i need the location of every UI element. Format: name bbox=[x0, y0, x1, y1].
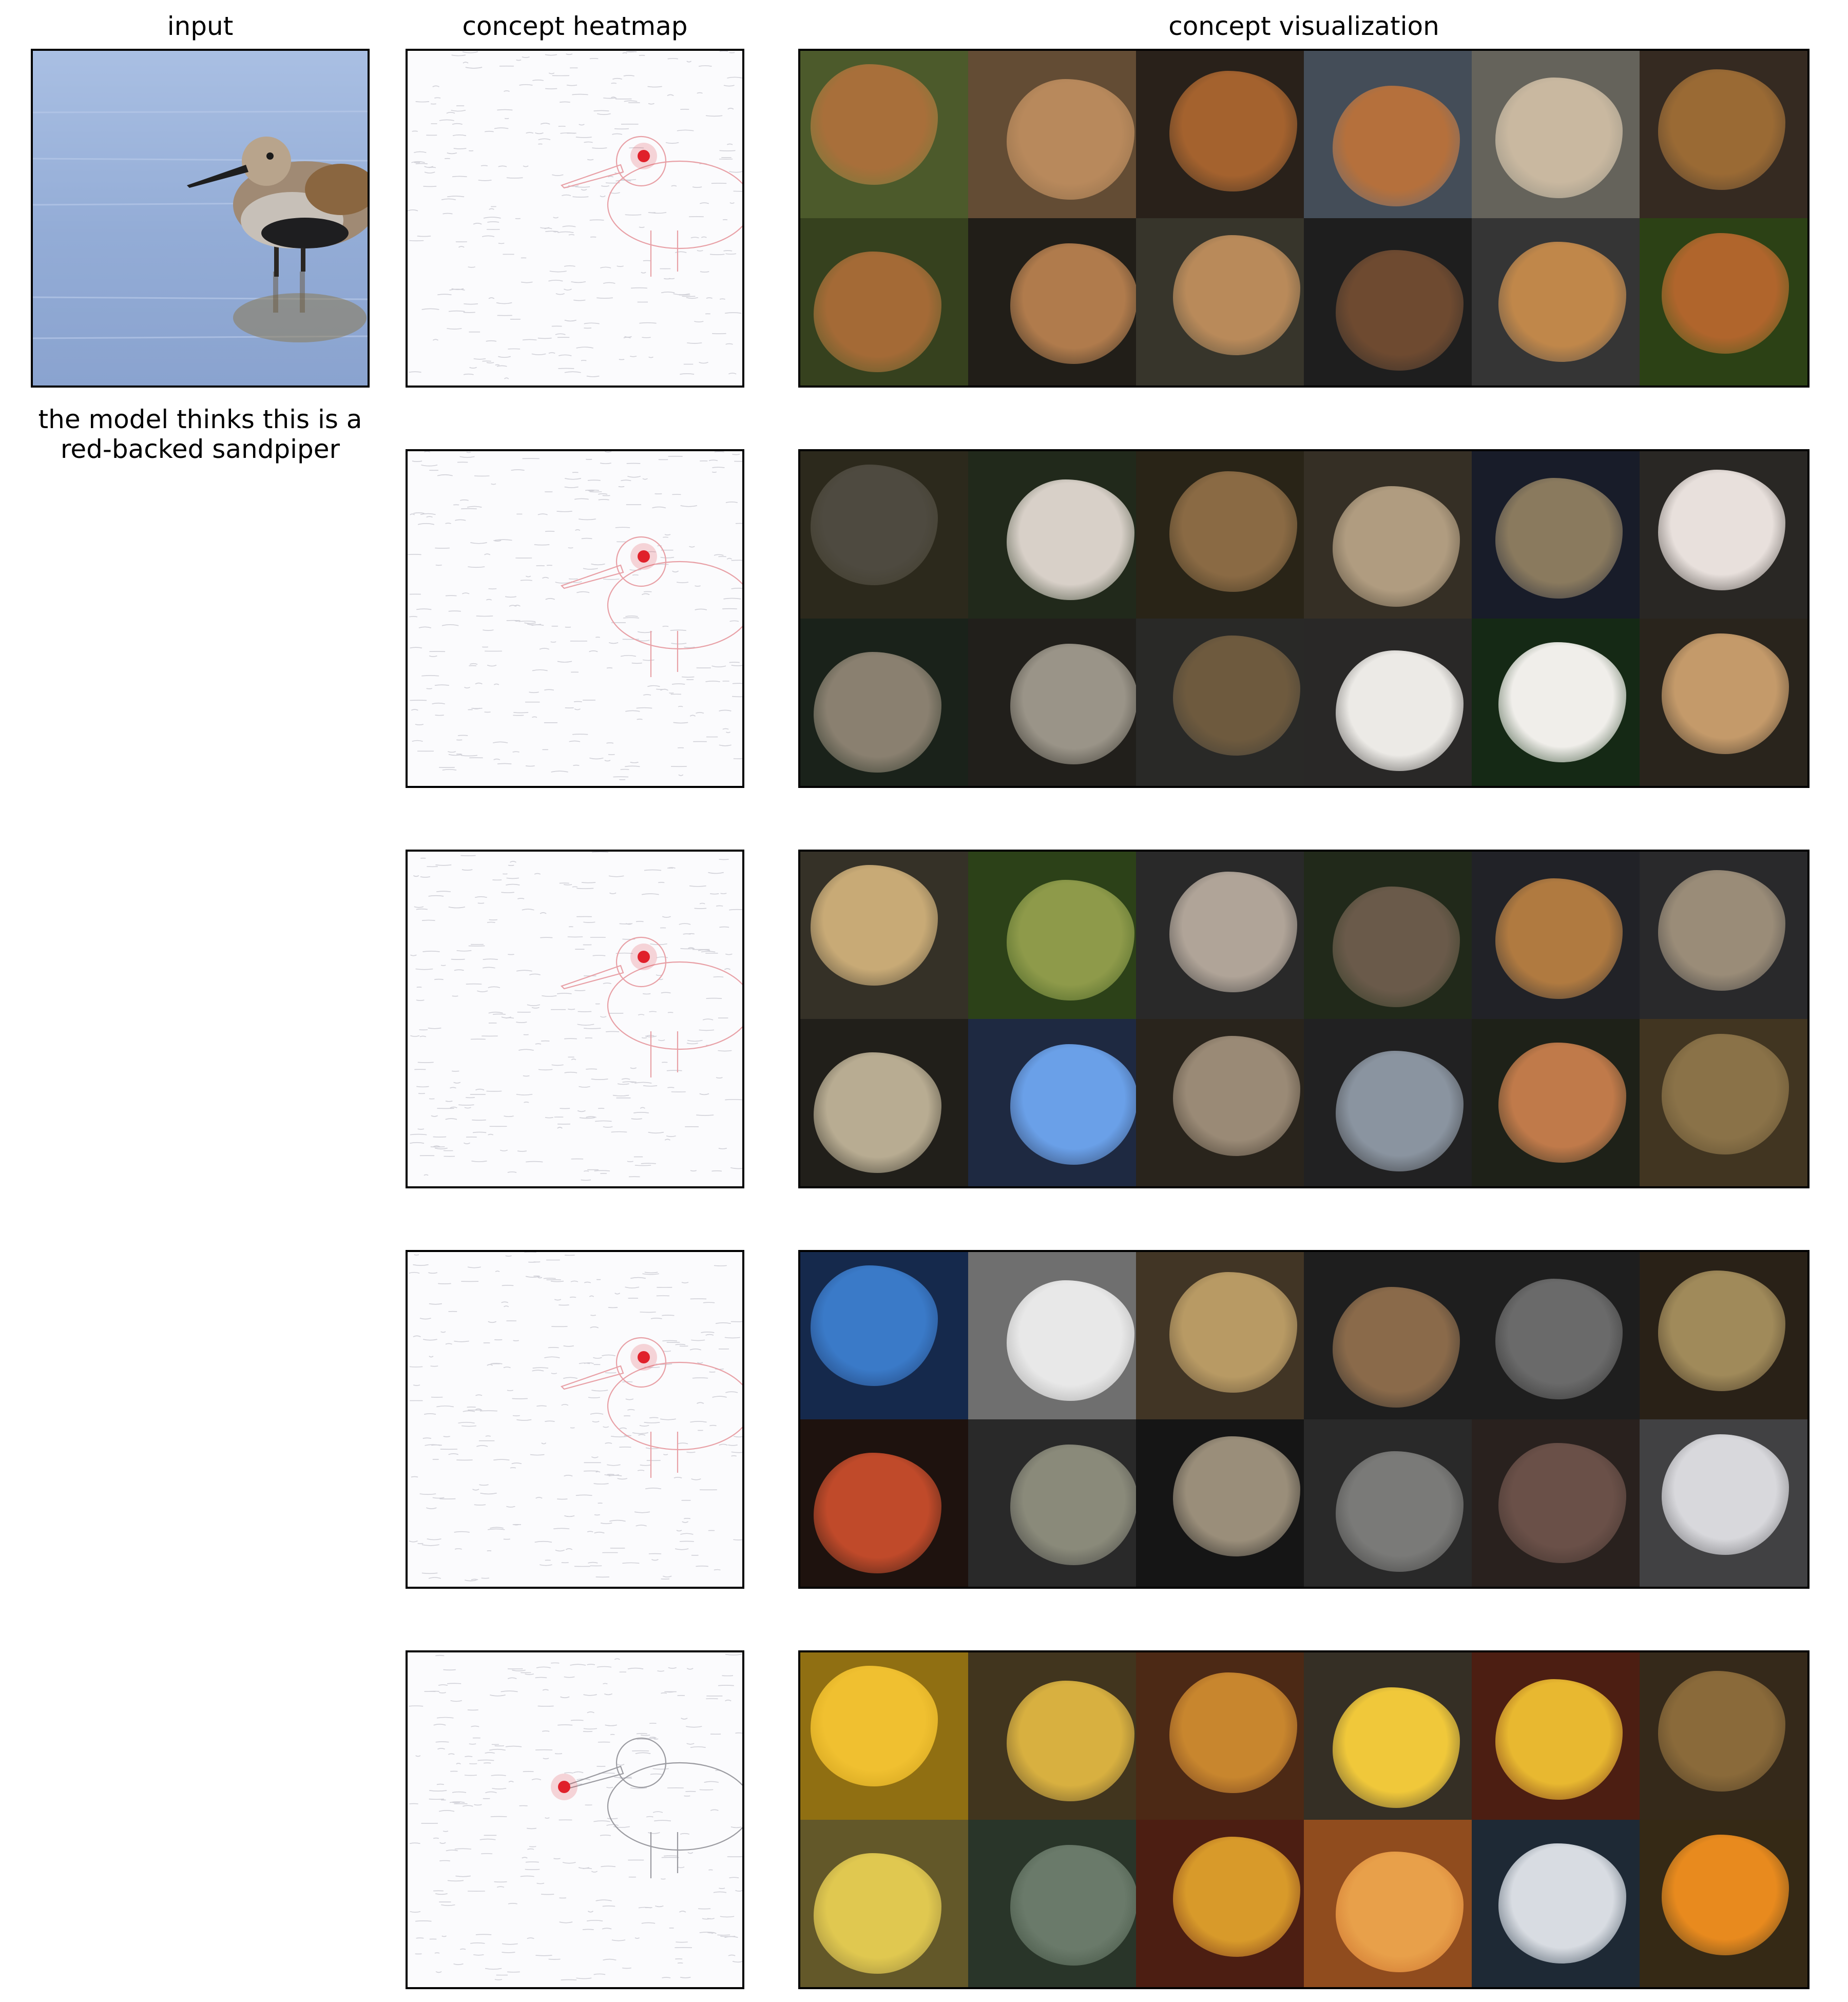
concept-heatmap bbox=[406, 49, 744, 388]
concept-example-tile bbox=[800, 1019, 968, 1186]
concept-example-tile bbox=[968, 1252, 1136, 1419]
concept-example-tile bbox=[1472, 852, 1640, 1019]
concept-example-tile bbox=[968, 218, 1136, 386]
concept-heatmap bbox=[406, 850, 744, 1188]
concept-example-tile bbox=[1640, 619, 1807, 786]
concept-example-tile bbox=[1472, 1019, 1640, 1186]
concept-visualization-grid bbox=[798, 850, 1810, 1188]
heatmap-edge-outline bbox=[409, 1252, 742, 1582]
concept-example-tile bbox=[1640, 852, 1807, 1019]
concept-example-tile bbox=[1136, 1019, 1304, 1186]
highlighted-region bbox=[1010, 1444, 1136, 1565]
concept-example-tile bbox=[800, 852, 968, 1019]
concept-example-tile bbox=[968, 1019, 1136, 1186]
concept-example-tile bbox=[800, 51, 968, 218]
concept-example-tile bbox=[1136, 451, 1304, 619]
concept-example-tile bbox=[800, 1252, 968, 1419]
caption-line-2: red-backed sandpiper bbox=[60, 434, 340, 464]
sandpiper-photo bbox=[33, 51, 368, 386]
visualization-column-title: concept visualization bbox=[1168, 11, 1439, 41]
concept-example-tile bbox=[1640, 451, 1807, 619]
concept-example-tile bbox=[1304, 852, 1472, 1019]
concept-example-tile bbox=[800, 1820, 968, 1987]
concept-example-tile bbox=[968, 1820, 1136, 1987]
concept-example-tile bbox=[1136, 619, 1304, 786]
concept-example-tile bbox=[968, 852, 1136, 1019]
concept-visualization-grid bbox=[798, 1250, 1810, 1589]
concept-example-tile bbox=[1304, 51, 1472, 218]
heatmap-hotspot bbox=[558, 1781, 570, 1793]
heatmap-hotspot bbox=[638, 1351, 650, 1363]
concept-example-tile bbox=[1472, 619, 1640, 786]
concept-example-tile bbox=[1640, 1019, 1807, 1186]
concept-example-tile bbox=[800, 1652, 968, 1820]
heatmap-edge-outline bbox=[408, 451, 742, 780]
concept-example-tile bbox=[1472, 1652, 1640, 1820]
heatmap-edge-outline bbox=[410, 852, 742, 1181]
highlighted-region bbox=[1010, 643, 1136, 764]
concept-example-tile bbox=[1640, 51, 1807, 218]
concept-example-tile bbox=[968, 619, 1136, 786]
concept-example-tile bbox=[968, 1652, 1136, 1820]
highlighted-region bbox=[1010, 1044, 1136, 1165]
concept-example-tile bbox=[1304, 619, 1472, 786]
concept-example-tile bbox=[1304, 1820, 1472, 1987]
highlighted-region bbox=[1010, 1844, 1136, 1966]
concept-example-tile bbox=[1136, 1652, 1304, 1820]
concept-visualization-grid bbox=[798, 49, 1810, 388]
concept-example-tile bbox=[800, 218, 968, 386]
heatmap-hotspot bbox=[638, 550, 650, 563]
concept-example-tile bbox=[968, 1419, 1136, 1587]
concept-example-tile bbox=[1304, 1019, 1472, 1186]
concept-example-tile bbox=[1136, 1419, 1304, 1587]
concept-example-tile bbox=[1136, 51, 1304, 218]
concept-example-tile bbox=[1472, 218, 1640, 386]
concept-example-tile bbox=[800, 1419, 968, 1587]
input-image bbox=[31, 49, 370, 388]
concept-example-tile bbox=[1304, 1652, 1472, 1820]
caption-line-1: the model thinks this is a bbox=[38, 405, 362, 434]
highlighted-region bbox=[1010, 243, 1136, 364]
concept-example-tile bbox=[968, 51, 1136, 218]
concept-example-tile bbox=[1472, 1419, 1640, 1587]
heatmap-edge-outline bbox=[408, 1653, 742, 1980]
concept-example-tile bbox=[1640, 1652, 1807, 1820]
concept-example-tile bbox=[1472, 1252, 1640, 1419]
concept-example-tile bbox=[1136, 1820, 1304, 1987]
concept-example-tile bbox=[1304, 1419, 1472, 1587]
concept-example-tile bbox=[1136, 218, 1304, 386]
concept-example-tile bbox=[1640, 1820, 1807, 1987]
heatmap-hotspot bbox=[638, 951, 650, 963]
concept-visualization-grid bbox=[798, 1650, 1810, 1989]
input-column-title: input bbox=[167, 11, 234, 41]
concept-example-tile bbox=[1640, 218, 1807, 386]
concept-example-tile bbox=[1304, 218, 1472, 386]
prediction-caption: the model thinks this is a red-backed sa… bbox=[10, 405, 390, 464]
concept-heatmap bbox=[406, 1650, 744, 1989]
concept-example-tile bbox=[800, 451, 968, 619]
concept-example-tile bbox=[1640, 1419, 1807, 1587]
concept-example-tile bbox=[1304, 1252, 1472, 1419]
concept-example-tile bbox=[968, 451, 1136, 619]
concept-example-tile bbox=[1136, 852, 1304, 1019]
heatmap-hotspot bbox=[638, 150, 650, 162]
concept-example-tile bbox=[1136, 1252, 1304, 1419]
concept-heatmap bbox=[406, 449, 744, 788]
concept-example-tile bbox=[1640, 1252, 1807, 1419]
concept-example-tile bbox=[1472, 451, 1640, 619]
concept-visualization-grid bbox=[798, 449, 1810, 788]
heatmap-edge-outline bbox=[408, 51, 742, 379]
concept-example-tile bbox=[800, 619, 968, 786]
heatmap-column-title: concept heatmap bbox=[462, 11, 688, 41]
concept-example-tile bbox=[1304, 451, 1472, 619]
concept-example-tile bbox=[1472, 1820, 1640, 1987]
concept-heatmap bbox=[406, 1250, 744, 1589]
concept-example-tile bbox=[1472, 51, 1640, 218]
